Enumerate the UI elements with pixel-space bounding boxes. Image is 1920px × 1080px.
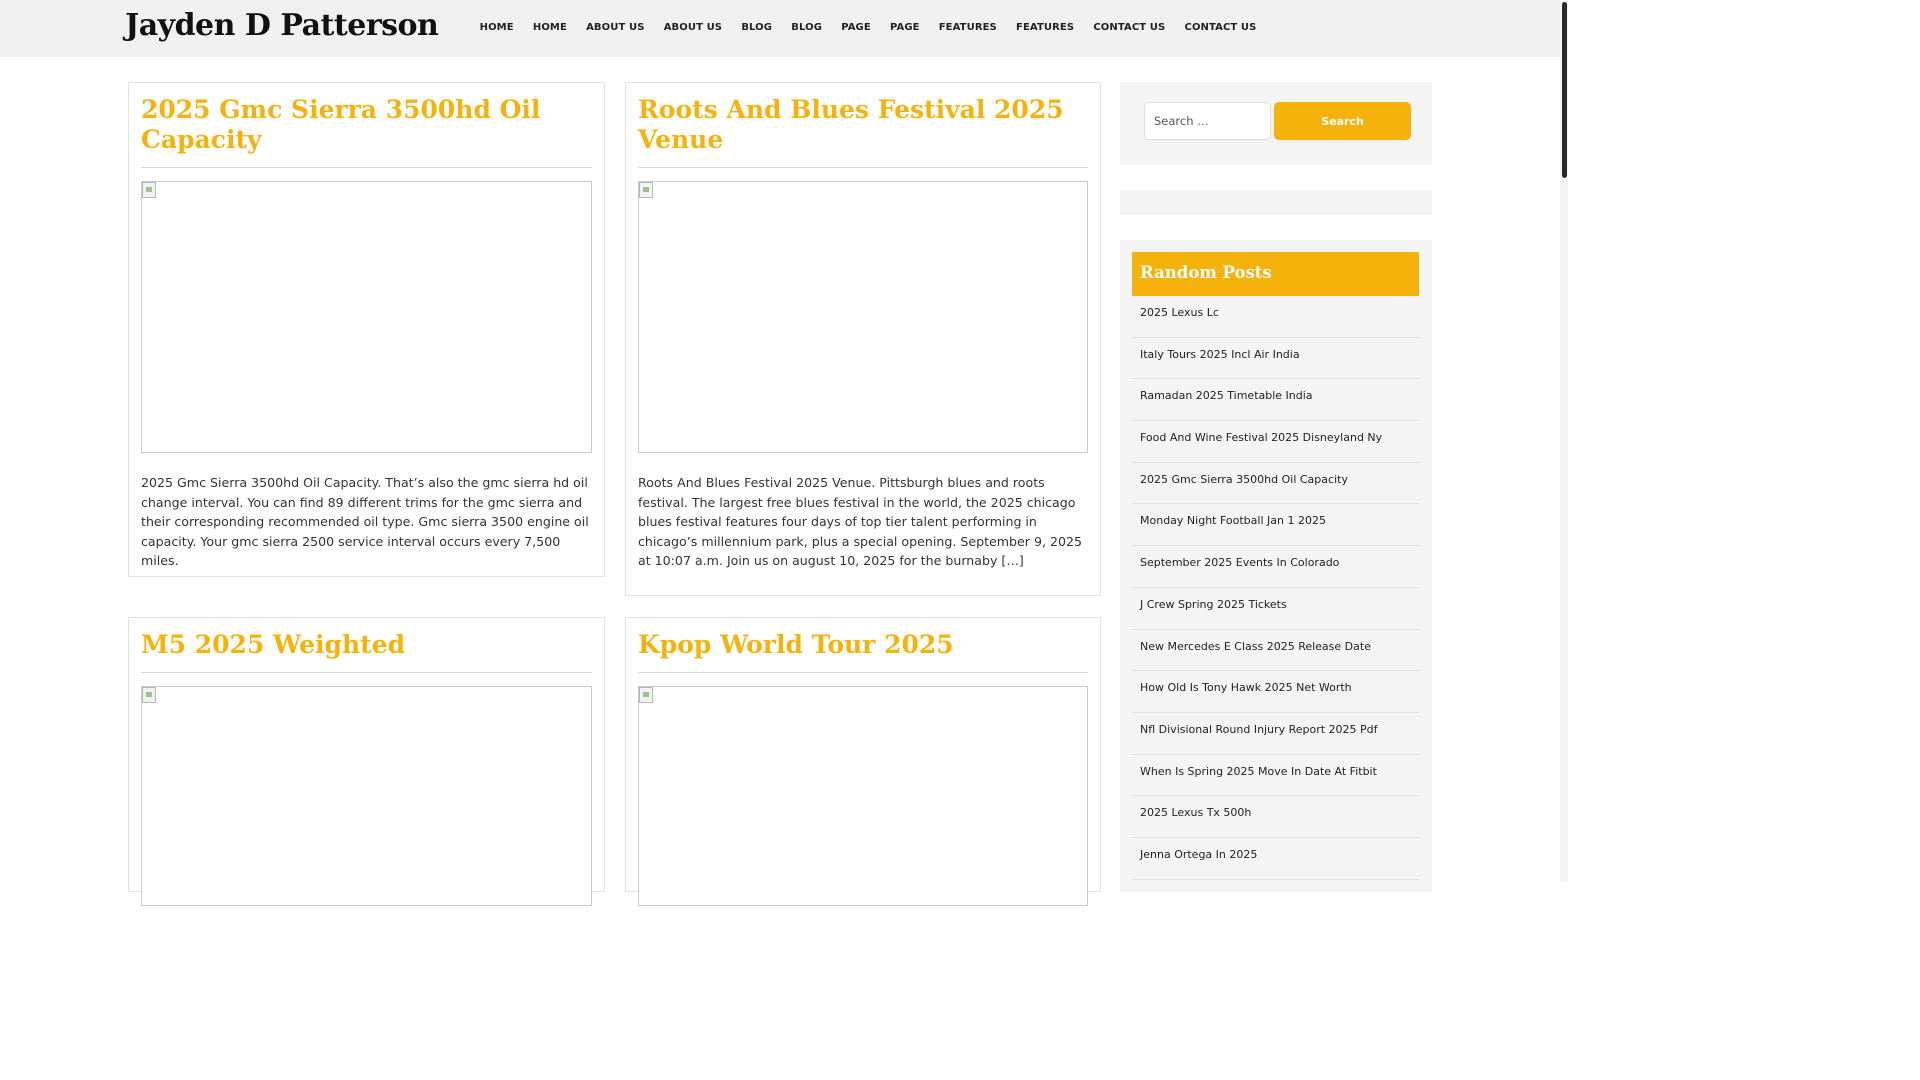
list-item[interactable]: New Mercedes E Class 2025 Release Date <box>1132 630 1419 672</box>
scrollbar-thumb[interactable] <box>1562 2 1567 178</box>
post-divider <box>638 167 1088 168</box>
post-thumbnail[interactable] <box>638 181 1088 453</box>
nav-item-page[interactable]: PAGE <box>832 22 881 33</box>
list-item[interactable]: J Crew Spring 2025 Tickets <box>1132 588 1419 630</box>
nav-item-blog[interactable]: BLOG <box>782 22 832 33</box>
list-item[interactable]: Nfl Divisional Round Injury Report 2025 … <box>1132 713 1419 755</box>
list-item[interactable]: September 2025 Events In Colorado <box>1132 546 1419 588</box>
list-item[interactable]: Jenna Ortega In 2025 <box>1132 838 1419 880</box>
post-card: Roots And Blues Festival 2025 Venue Root… <box>625 82 1101 596</box>
broken-image-icon <box>639 687 653 703</box>
empty-widget <box>1120 190 1432 215</box>
nav-item-features[interactable]: FEATURES <box>1006 22 1083 33</box>
broken-image-icon <box>142 182 156 198</box>
post-title[interactable]: Kpop World Tour 2025 <box>638 630 1088 660</box>
post-card: Kpop World Tour 2025 <box>625 617 1101 906</box>
search-input[interactable] <box>1144 102 1271 140</box>
broken-image-icon <box>639 182 653 198</box>
broken-image-icon <box>142 687 156 703</box>
post-excerpt: Roots And Blues Festival 2025 Venue. Pit… <box>638 475 1083 569</box>
list-item[interactable]: Ramadan 2025 Timetable India <box>1132 379 1419 422</box>
search-button[interactable]: Search <box>1274 102 1411 140</box>
post-card: M5 2025 Weighted <box>128 617 605 906</box>
post-divider <box>638 672 1088 673</box>
list-item[interactable]: Monday Night Football Jan 1 2025 <box>1132 504 1419 547</box>
nav-item-home[interactable]: HOME <box>523 22 576 33</box>
list-item[interactable]: When Is Spring 2025 Move In Date At Fitb… <box>1132 755 1419 797</box>
list-item[interactable]: 2025 Gmc Sierra 3500hd Oil Capacity <box>1132 463 1419 505</box>
random-posts-widget: Random Posts 2025 Lexus Lc Italy Tours 2… <box>1120 240 1432 892</box>
post-title[interactable]: Roots And Blues Festival 2025 Venue <box>638 95 1088 155</box>
post-card: 2025 Gmc Sierra 3500hd Oil Capacity 2025… <box>128 82 605 577</box>
list-item[interactable]: How Old Is Tony Hawk 2025 Net Worth <box>1132 671 1419 713</box>
main-nav: HOME HOME ABOUT US ABOUT US BLOG BLOG PA… <box>470 22 1266 33</box>
post-title[interactable]: 2025 Gmc Sierra 3500hd Oil Capacity <box>141 95 592 155</box>
list-item[interactable]: Food And Wine Festival 2025 Disneyland N… <box>1132 421 1419 463</box>
site-header: Jayden D Patterson HOME HOME ABOUT US AB… <box>0 0 1560 57</box>
nav-item-home[interactable]: HOME <box>470 22 523 33</box>
post-thumbnail[interactable] <box>638 686 1088 906</box>
nav-item-blog[interactable]: BLOG <box>732 22 782 33</box>
nav-item-features[interactable]: FEATURES <box>929 22 1006 33</box>
random-posts-header: Random Posts <box>1132 252 1419 296</box>
list-item[interactable]: 2025 Lexus Tx 500h <box>1132 796 1419 838</box>
nav-item-contact-us[interactable]: CONTACT US <box>1084 22 1175 33</box>
list-item[interactable]: Italy Tours 2025 Incl Air India <box>1132 338 1419 380</box>
post-divider <box>141 672 592 673</box>
random-posts-title: Random Posts <box>1140 263 1272 282</box>
nav-item-page[interactable]: PAGE <box>880 22 929 33</box>
nav-item-about-us[interactable]: ABOUT US <box>577 22 655 33</box>
post-thumbnail[interactable] <box>141 181 592 453</box>
search-widget: Search <box>1120 82 1432 165</box>
post-thumbnail[interactable] <box>141 686 592 906</box>
post-excerpt: 2025 Gmc Sierra 3500hd Oil Capacity. Tha… <box>141 475 589 569</box>
nav-item-contact-us[interactable]: CONTACT US <box>1175 22 1266 33</box>
list-item[interactable]: 2025 Lexus Lc <box>1132 296 1419 338</box>
post-title[interactable]: M5 2025 Weighted <box>141 630 592 660</box>
post-divider <box>141 167 592 168</box>
random-posts-list: 2025 Lexus Lc Italy Tours 2025 Incl Air … <box>1132 296 1419 880</box>
site-title[interactable]: Jayden D Patterson <box>125 8 439 43</box>
page-scrollbar[interactable] <box>1560 0 1568 882</box>
nav-item-about-us[interactable]: ABOUT US <box>654 22 732 33</box>
